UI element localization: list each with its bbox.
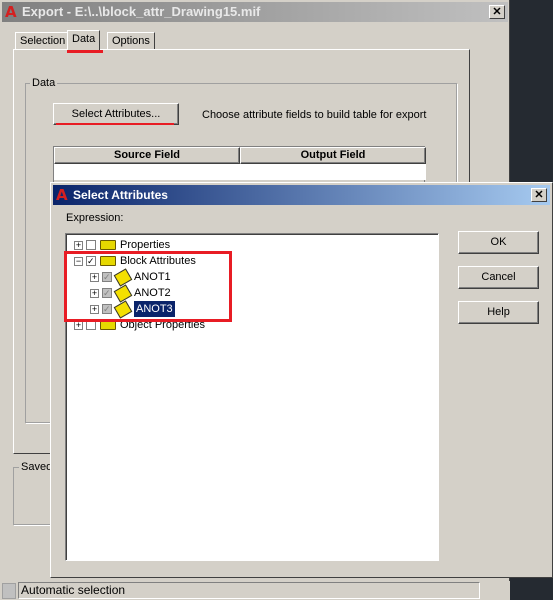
select-attributes-hint: Choose attribute fields to build table f… — [202, 109, 427, 121]
autocad-logo-icon: A — [5, 3, 17, 21]
cancel-button[interactable]: Cancel — [458, 266, 539, 289]
annotation-highlight-box — [64, 251, 232, 322]
dialog-title-bar[interactable]: A Select Attributes ✕ — [53, 185, 550, 205]
header-source-field[interactable]: Source Field — [54, 147, 240, 164]
export-title: Export - E:\..\block_attr_Drawing15.mif — [22, 4, 261, 19]
tab-data[interactable]: Data — [67, 30, 101, 51]
help-button[interactable]: Help — [458, 301, 539, 324]
annotation-underline — [56, 123, 174, 125]
header-output-field[interactable]: Output Field — [240, 147, 426, 164]
export-close-button[interactable]: ✕ — [489, 5, 505, 19]
status-indicator — [2, 583, 16, 599]
saved-group-label: Saved — [19, 461, 55, 473]
table-row[interactable] — [54, 164, 426, 180]
annotation-underline — [67, 50, 103, 53]
ok-button[interactable]: OK — [458, 231, 539, 254]
checkbox[interactable] — [86, 240, 96, 250]
autocad-logo-icon: A — [56, 186, 68, 204]
data-group-label: Data — [30, 77, 58, 89]
status-text: Automatic selection — [18, 582, 480, 599]
tab-options[interactable]: Options — [107, 32, 155, 50]
dialog-close-button[interactable]: ✕ — [531, 188, 547, 202]
select-attributes-button[interactable]: Select Attributes... — [53, 103, 179, 125]
status-bar: Automatic selection — [0, 581, 510, 600]
expression-label: Expression: — [66, 212, 124, 224]
export-title-bar[interactable]: A Export - E:\..\block_attr_Drawing15.mi… — [2, 2, 508, 22]
tab-selection[interactable]: Selection — [15, 32, 71, 50]
select-attributes-dialog: A Select Attributes ✕ Expression: + Prope… — [50, 182, 553, 578]
dialog-title: Select Attributes — [73, 188, 168, 202]
expand-icon[interactable]: + — [74, 240, 83, 250]
folder-icon — [100, 240, 116, 250]
